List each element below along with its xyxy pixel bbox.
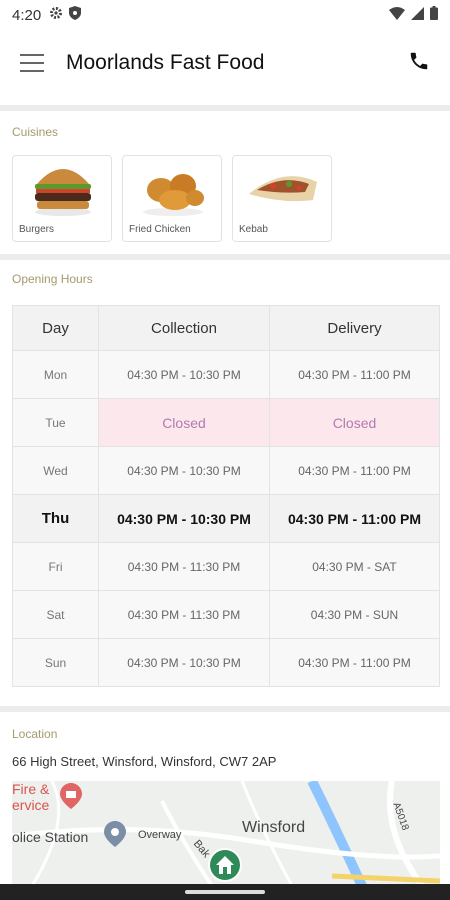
- day-cell: Thu: [12, 494, 99, 543]
- divider: [0, 105, 450, 111]
- table-row: Wed 04:30 PM - 10:30 PM 04:30 PM - 11:00…: [12, 446, 441, 495]
- delivery-cell: 04:30 PM - 11:00 PM: [268, 494, 441, 543]
- divider: [0, 254, 450, 260]
- day-cell: Fri: [12, 542, 99, 591]
- delivery-cell: 04:30 PM - 11:00 PM: [268, 446, 441, 495]
- wifi-icon: [389, 6, 405, 24]
- column-header-collection: Collection: [98, 305, 270, 351]
- collection-cell: 04:30 PM - 10:30 PM: [98, 494, 270, 543]
- cuisines-label: Cuisines: [12, 125, 59, 139]
- fried-chicken-image: [143, 174, 204, 216]
- map-poi-icon: [60, 783, 82, 814]
- status-right: [389, 6, 438, 24]
- delivery-cell: 04:30 PM - SUN: [268, 590, 441, 639]
- map-label-overway: Overway: [138, 829, 182, 841]
- column-header-day: Day: [12, 305, 99, 351]
- signal-icon: [411, 6, 424, 24]
- phone-icon[interactable]: [408, 50, 430, 77]
- delivery-cell: 04:30 PM - 11:00 PM: [268, 638, 441, 687]
- cuisines-list: Burgers Fried Chicken Kebab: [12, 155, 332, 242]
- day-cell: Wed: [12, 446, 99, 495]
- table-header-row: Day Collection Delivery: [12, 305, 441, 351]
- burger-image: [35, 169, 91, 216]
- location-map[interactable]: Fire & ervice olice Station Overway Wins…: [12, 781, 440, 886]
- cuisine-label: Burgers: [19, 224, 55, 235]
- app-bar: Moorlands Fast Food: [0, 30, 450, 96]
- hamburger-menu-icon[interactable]: [20, 54, 44, 72]
- shield-icon: [69, 6, 82, 24]
- address-text: 66 High Street, Winsford, Winsford, CW7 …: [12, 754, 277, 769]
- status-time: 4:20: [12, 6, 42, 24]
- delivery-cell: Closed: [268, 398, 441, 447]
- map-police-icon: [104, 821, 126, 852]
- day-cell: Sun: [12, 638, 99, 687]
- page-title: Moorlands Fast Food: [66, 51, 265, 74]
- opening-hours-table: Day Collection Delivery Mon 04:30 PM - 1…: [12, 305, 441, 687]
- table-row: Mon 04:30 PM - 10:30 PM 04:30 PM - 11:00…: [12, 350, 441, 399]
- delivery-cell: 04:30 PM - SAT: [268, 542, 441, 591]
- system-nav-bar: [0, 884, 450, 900]
- collection-cell: 04:30 PM - 10:30 PM: [98, 638, 270, 687]
- map-label-service: ervice: [12, 797, 50, 813]
- table-row: Sat 04:30 PM - 11:30 PM 04:30 PM - SUN: [12, 590, 441, 639]
- divider: [0, 706, 450, 712]
- kebab-image: [249, 176, 317, 202]
- home-marker-icon[interactable]: [207, 847, 243, 886]
- day-cell: Tue: [12, 398, 99, 447]
- collection-cell: 04:30 PM - 10:30 PM: [98, 446, 270, 495]
- gear-icon: [49, 6, 63, 24]
- collection-cell: 04:30 PM - 10:30 PM: [98, 350, 270, 399]
- table-row: Sun 04:30 PM - 10:30 PM 04:30 PM - 11:00…: [12, 638, 441, 687]
- map-label-town: Winsford: [242, 819, 306, 836]
- map-label-fire: Fire &: [12, 781, 50, 797]
- opening-hours-label: Opening Hours: [12, 272, 93, 286]
- cuisine-card-kebab[interactable]: Kebab: [232, 155, 332, 242]
- cuisine-label: Kebab: [239, 224, 268, 235]
- location-label: Location: [12, 727, 58, 741]
- collection-cell: 04:30 PM - 11:30 PM: [98, 542, 270, 591]
- collection-cell: Closed: [98, 398, 270, 447]
- table-row: Tue Closed Closed: [12, 398, 441, 447]
- day-cell: Sat: [12, 590, 99, 639]
- battery-icon: [430, 6, 438, 24]
- table-row: Fri 04:30 PM - 11:30 PM 04:30 PM - SAT: [12, 542, 441, 591]
- table-row-today: Thu 04:30 PM - 10:30 PM 04:30 PM - 11:00…: [12, 494, 441, 543]
- column-header-delivery: Delivery: [268, 305, 441, 351]
- home-gesture-handle[interactable]: [185, 890, 265, 894]
- cuisine-card-burgers[interactable]: Burgers: [12, 155, 112, 242]
- delivery-cell: 04:30 PM - 11:00 PM: [268, 350, 441, 399]
- day-cell: Mon: [12, 350, 99, 399]
- cuisine-label: Fried Chicken: [129, 224, 191, 235]
- status-bar: 4:20: [0, 0, 450, 30]
- map-label-police: olice Station: [12, 829, 89, 845]
- cuisine-card-fried-chicken[interactable]: Fried Chicken: [122, 155, 222, 242]
- collection-cell: 04:30 PM - 11:30 PM: [98, 590, 270, 639]
